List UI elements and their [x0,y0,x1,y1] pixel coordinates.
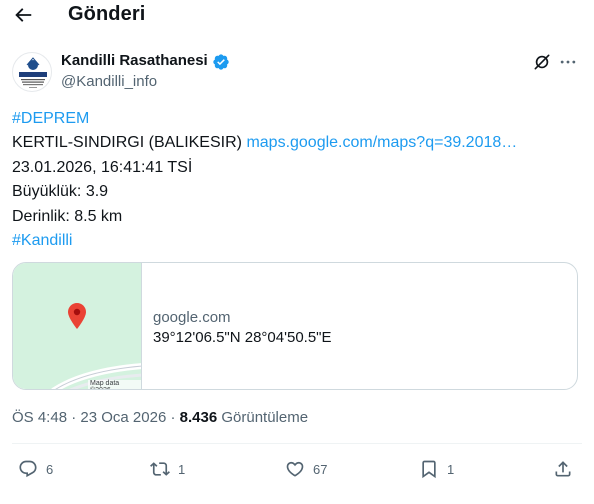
like-button[interactable]: 67 [285,458,327,480]
map-url-link[interactable]: maps.google.com/maps?q=39.2018… [246,134,517,151]
heart-icon [286,461,304,477]
reply-count: 6 [46,461,54,477]
map-attribution: Map data ©2026 [88,380,141,389]
views-label: Görüntüleme [221,409,309,426]
tweet-meta: ÖS 4:48 · 23 Oca 2026 · 8.436 Görüntülem… [12,409,308,426]
author-handle[interactable]: @Kandilli_info [61,73,157,90]
views-count: 8.436 [179,409,218,426]
hashtag-kandilli-link[interactable]: #Kandilli [12,229,582,253]
tweet-location-line: KERTIL-SINDIRGI (BALIKESIR) maps.google.… [12,131,582,155]
magnitude-text: Büyüklük: 3.9 [12,183,109,201]
header: Gönderi [0,0,594,30]
retweet-count: 1 [178,461,186,477]
retweet-button[interactable]: 1 [150,458,185,480]
card-title: 39°12'06.5"N 28°04'50.5"E [153,329,332,346]
map-thumbnail: Map data ©2026 [13,263,142,389]
tweet-date[interactable]: 23 Oca 2026 [80,409,166,426]
reply-button[interactable]: 6 [18,458,53,480]
grok-icon[interactable] [532,52,552,72]
link-preview-card[interactable]: Map data ©2026 google.com 39°12'06.5"N 2… [12,262,578,390]
avatar[interactable] [12,52,52,92]
reply-icon [19,460,37,478]
bookmark-button[interactable]: 1 [419,458,454,480]
bookmark-count: 1 [447,461,455,477]
map-pin-icon [68,303,86,329]
back-arrow-icon[interactable] [12,4,34,26]
like-count: 67 [313,461,328,477]
card-domain: google.com [153,309,231,326]
depth-text: Derinlik: 8.5 km [12,207,123,225]
share-icon [555,461,571,477]
meta-separator: · [170,409,176,426]
datetime-text: 23.01.2026, 16:41:41 TSİ [12,158,193,176]
author-name[interactable]: Kandilli Rasathanesi [61,52,208,69]
bookmark-icon [422,460,436,479]
page-title: Gönderi [68,3,146,25]
location-text: KERTIL-SINDIRGI (BALIKESIR) [12,134,242,152]
more-options-icon[interactable] [558,52,578,72]
meta-separator: · [71,409,77,426]
kandilli-logo-icon [19,57,47,88]
verified-badge-icon [213,54,229,70]
divider [12,443,582,444]
retweet-icon [150,462,170,476]
tweet-text: #DEPREM KERTIL-SINDIRGI (BALIKESIR) maps… [12,107,582,253]
tweet-time[interactable]: ÖS 4:48 [12,409,67,426]
hashtag-deprem-link[interactable]: #DEPREM [12,107,582,131]
share-button[interactable] [553,458,573,480]
